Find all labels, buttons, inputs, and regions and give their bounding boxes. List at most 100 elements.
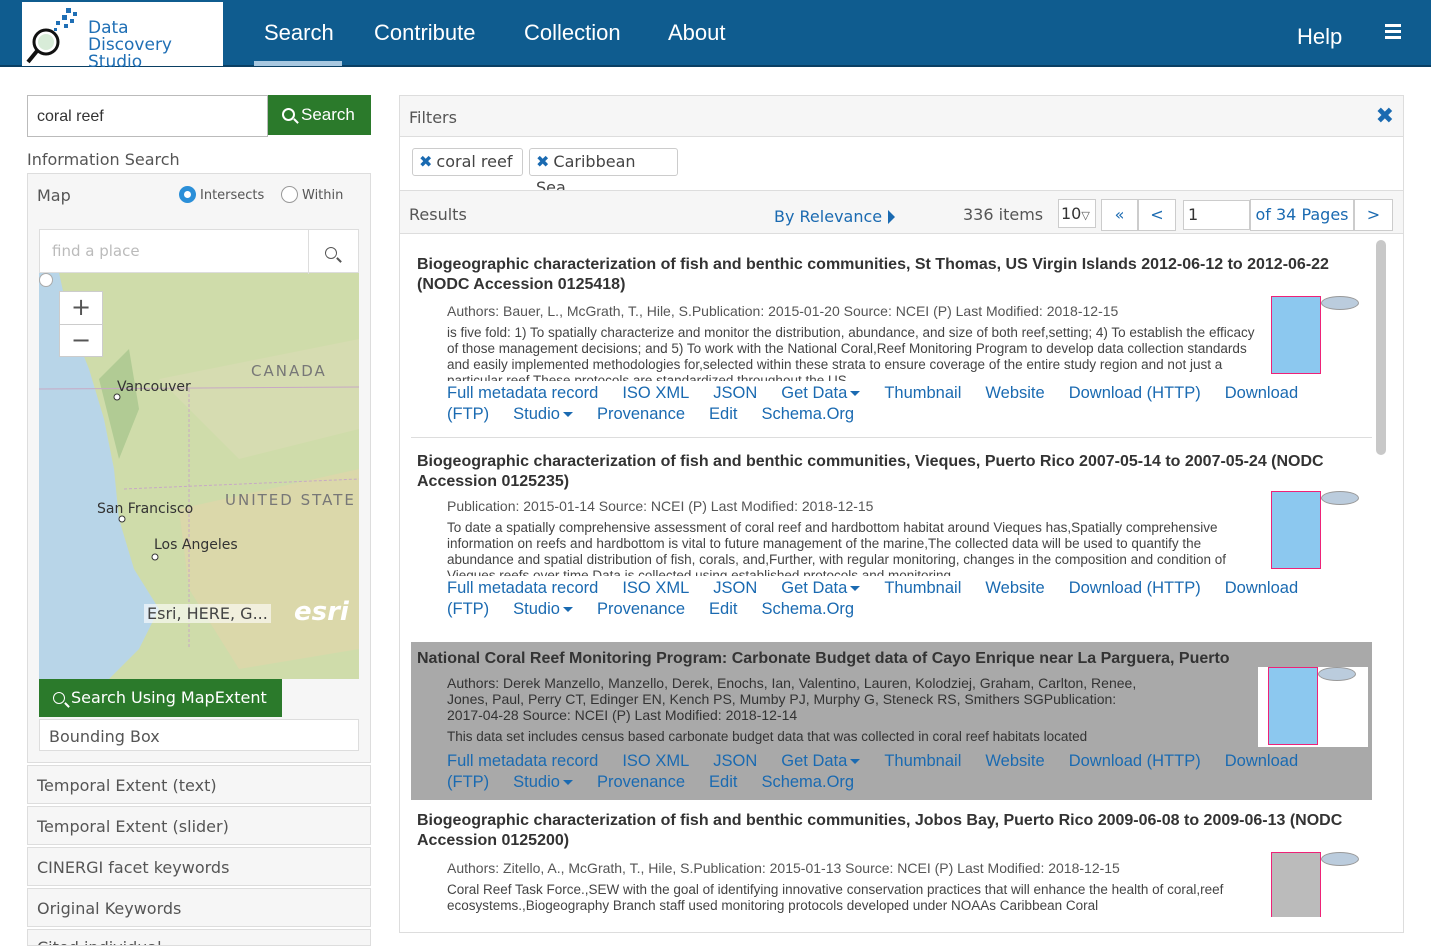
link-studio[interactable]: Studio — [513, 600, 573, 618]
link-get-data[interactable]: Get Data — [781, 579, 861, 597]
radio-within-label: Within — [302, 188, 344, 203]
caret-right-icon — [888, 210, 896, 224]
result-title[interactable]: Biogeographic characterization of fish a… — [417, 255, 1347, 295]
result-title[interactable]: Biogeographic characterization of fish a… — [417, 452, 1347, 492]
link-download-http[interactable]: Download (HTTP) — [1069, 752, 1201, 770]
link-json[interactable]: JSON — [713, 384, 757, 402]
remove-filter-icon[interactable]: ✖ — [536, 152, 549, 171]
link-website[interactable]: Website — [985, 579, 1044, 597]
link-ftp[interactable]: (FTP) — [447, 600, 489, 618]
link-full-metadata[interactable]: Full metadata record — [447, 384, 598, 402]
link-edit[interactable]: Edit — [709, 405, 737, 423]
link-json[interactable]: JSON — [713, 579, 757, 597]
result-title[interactable]: National Coral Reef Monitoring Program: … — [417, 649, 1347, 669]
link-provenance[interactable]: Provenance — [597, 773, 685, 791]
find-place-input[interactable]: find a place — [52, 242, 140, 260]
link-ftp[interactable]: (FTP) — [447, 405, 489, 423]
link-download-http[interactable]: Download (HTTP) — [1069, 579, 1201, 597]
facet-cinergi-keywords[interactable]: CINERGI facet keywords — [27, 847, 371, 886]
filter-chip-caribbean-sea[interactable]: ✖ Caribbean Sea — [529, 148, 678, 197]
link-schema-org[interactable]: Schema.Org — [761, 773, 854, 791]
result-thumbnail[interactable] — [1261, 296, 1371, 376]
remove-filter-icon[interactable]: ✖ — [419, 152, 432, 171]
caret-down-icon — [562, 607, 573, 612]
link-full-metadata[interactable]: Full metadata record — [447, 579, 598, 597]
link-json[interactable]: JSON — [713, 752, 757, 770]
result-thumbnail[interactable] — [1258, 667, 1368, 747]
link-download-ftp[interactable]: Download — [1225, 752, 1298, 770]
radio-within[interactable]: Within — [281, 186, 343, 203]
link-provenance[interactable]: Provenance — [597, 405, 685, 423]
link-provenance[interactable]: Provenance — [597, 600, 685, 618]
results-label: Results — [409, 205, 467, 224]
link-thumbnail[interactable]: Thumbnail — [884, 579, 961, 597]
search-button[interactable]: Search — [268, 95, 371, 135]
map-handle[interactable] — [39, 273, 53, 287]
close-icon[interactable]: ✖ — [1376, 104, 1394, 129]
search-icon — [53, 692, 65, 704]
bounding-box-field[interactable]: Bounding Box — [39, 719, 359, 751]
zoom-in-button[interactable]: + — [60, 292, 102, 324]
logo[interactable]: Data Discovery Studio — [22, 2, 223, 71]
radio-intersects[interactable]: Intersects — [179, 186, 264, 203]
link-thumbnail[interactable]: Thumbnail — [884, 384, 961, 402]
facet-original-keywords[interactable]: Original Keywords — [27, 888, 371, 927]
link-get-data[interactable]: Get Data — [781, 752, 861, 770]
nav-contribute[interactable]: Contribute — [374, 20, 476, 46]
per-page-select[interactable]: 10▽ — [1058, 199, 1096, 228]
prev-page-button[interactable]: < — [1138, 199, 1176, 231]
link-website[interactable]: Website — [985, 384, 1044, 402]
map-view[interactable]: find a place + − CANADA Vancouver San Fr… — [39, 229, 359, 679]
link-schema-org[interactable]: Schema.Org — [761, 405, 854, 423]
nav-help[interactable]: Help — [1297, 24, 1342, 50]
next-page-button[interactable]: > — [1354, 199, 1393, 231]
link-edit[interactable]: Edit — [709, 600, 737, 618]
page-number-input[interactable]: 1 — [1183, 200, 1250, 230]
link-iso-xml[interactable]: ISO XML — [622, 752, 689, 770]
link-get-data[interactable]: Get Data — [781, 384, 861, 402]
link-schema-org[interactable]: Schema.Org — [761, 600, 854, 618]
link-full-metadata[interactable]: Full metadata record — [447, 752, 598, 770]
results-scrollbar[interactable] — [1376, 240, 1386, 455]
link-iso-xml[interactable]: ISO XML — [622, 579, 689, 597]
link-thumbnail[interactable]: Thumbnail — [884, 752, 961, 770]
nav-collection[interactable]: Collection — [524, 20, 621, 46]
magnifier-logo-icon — [26, 8, 77, 64]
link-studio[interactable]: Studio — [513, 773, 573, 791]
result-abstract: is five fold: 1) To spatially characteri… — [447, 325, 1255, 381]
find-place-button[interactable] — [308, 230, 358, 274]
link-get-data-label: Get Data — [781, 752, 848, 770]
link-get-data-label: Get Data — [781, 384, 848, 402]
map-attribution[interactable]: Esri, HERE, G... — [144, 604, 271, 623]
link-ftp[interactable]: (FTP) — [447, 773, 489, 791]
result-abstract: This data set includes census based carb… — [447, 729, 1088, 744]
search-mapextent-button[interactable]: Search Using MapExtent — [39, 679, 282, 717]
facet-cited-individual[interactable]: Cited individual — [27, 929, 371, 946]
result-item: Biogeographic characterization of fish a… — [411, 438, 1372, 641]
link-studio[interactable]: Studio — [513, 405, 573, 423]
nav-about[interactable]: About — [668, 20, 726, 46]
facet-temporal-text[interactable]: Temporal Extent (text) — [27, 765, 371, 804]
nav-search[interactable]: Search — [264, 20, 334, 46]
link-download-ftp[interactable]: Download — [1225, 579, 1298, 597]
zoom-out-button[interactable]: − — [60, 324, 102, 356]
hamburger-menu-icon[interactable] — [1385, 24, 1401, 39]
map-label-vancouver: Vancouver — [117, 379, 191, 395]
result-thumbnail[interactable] — [1261, 852, 1371, 917]
result-links: Full metadata record ISO XML JSON Get Data T… — [447, 578, 1347, 620]
link-edit[interactable]: Edit — [709, 773, 737, 791]
link-iso-xml[interactable]: ISO XML — [622, 384, 689, 402]
filter-chip-coral-reef[interactable]: ✖ coral reef — [412, 148, 523, 176]
search-input[interactable]: coral reef — [27, 95, 268, 137]
link-download-ftp[interactable]: Download — [1225, 384, 1298, 402]
first-page-button[interactable]: « — [1101, 199, 1138, 231]
facet-temporal-slider[interactable]: Temporal Extent (slider) — [27, 806, 371, 845]
link-website[interactable]: Website — [985, 752, 1044, 770]
search-mapextent-label: Search Using MapExtent — [71, 688, 267, 707]
result-title[interactable]: Biogeographic characterization of fish a… — [417, 811, 1347, 851]
link-studio-label: Studio — [513, 600, 560, 618]
caret-down-icon — [850, 586, 861, 591]
result-thumbnail[interactable] — [1261, 491, 1371, 571]
link-download-http[interactable]: Download (HTTP) — [1069, 384, 1201, 402]
sort-by-relevance[interactable]: By Relevance — [774, 207, 896, 226]
